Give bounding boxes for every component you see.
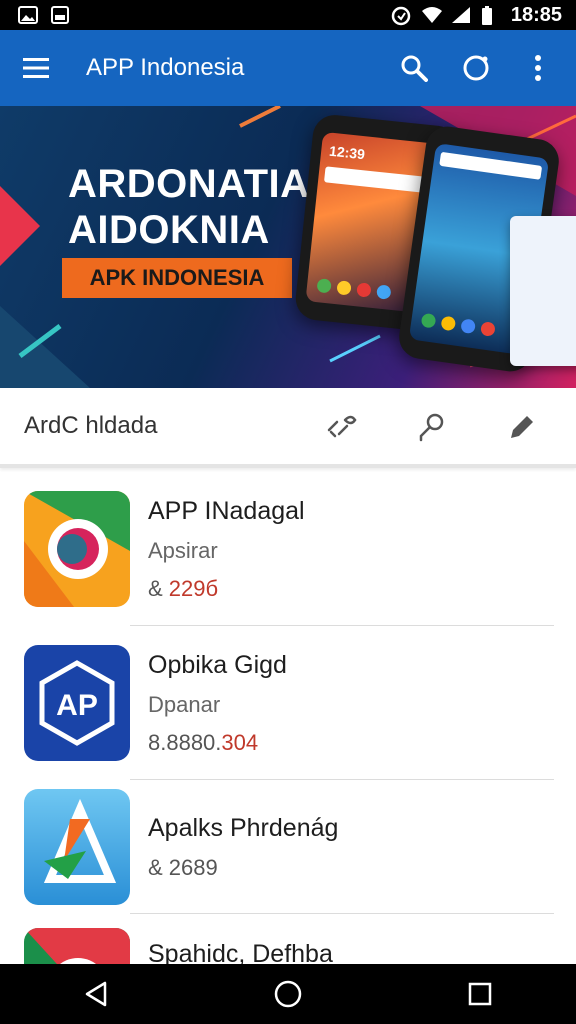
app-list: APP INadagal Apsirar & 229б AP Opbika Gi… [0, 472, 576, 964]
status-time: 18:85 [510, 3, 562, 26]
list-item[interactable]: AP Opbika Gigd Dpanar 8.8880.304 [0, 626, 576, 780]
navigation-bar [0, 964, 576, 1024]
banner-headline-1: ARDONATIA [68, 162, 310, 206]
app-bar: APP Indonesia [0, 30, 576, 106]
recents-icon[interactable] [450, 964, 510, 1024]
app-price: & 229б [148, 575, 219, 601]
menu-button[interactable] [0, 30, 72, 106]
data-saver-icon [391, 6, 411, 26]
app-name: Opbika Gigd [148, 650, 287, 679]
phone-clock: 12:39 [328, 142, 366, 163]
app-name: APP INadagal [148, 496, 305, 525]
back-icon[interactable] [66, 964, 126, 1024]
app-icon [24, 789, 130, 905]
app-icon [24, 491, 130, 607]
list-item[interactable]: Apalks Phrdenág & 2689 [0, 780, 576, 914]
signal-icon [451, 6, 471, 24]
app-price: & 2689 [148, 854, 218, 880]
search-icon[interactable] [392, 46, 436, 90]
svg-text:AP: AP [56, 689, 98, 722]
card-graphic [510, 216, 576, 366]
app-developer: Apsirar [148, 537, 218, 563]
home-icon[interactable] [258, 964, 318, 1024]
app-icon [24, 928, 130, 964]
app-name: Apalks Phrdenág [148, 813, 339, 842]
section-toolbar: ArdC hldada [0, 388, 576, 468]
banner-tag: APK INDONESIA [62, 258, 292, 298]
pen-icon[interactable] [498, 403, 544, 449]
wrench-link-icon[interactable] [318, 403, 364, 449]
battery-icon [481, 6, 501, 25]
gallery-icon [18, 6, 38, 24]
status-bar: 18:85 [0, 0, 576, 30]
more-vert-icon[interactable] [516, 46, 560, 90]
app-icon: AP [24, 645, 130, 761]
app-title: APP Indonesia [86, 54, 245, 81]
key-icon[interactable] [408, 403, 454, 449]
section-label: ArdC hldada [24, 412, 158, 439]
app-developer: Dpanar [148, 691, 221, 717]
promo-banner[interactable]: ARDONATIA AIDOKNIA APK INDONESIA 12:39 [0, 106, 576, 388]
list-item[interactable]: Spahidc, Defhba [0, 914, 576, 964]
app-price: 8.8880.304 [148, 729, 259, 755]
hamburger-icon [23, 58, 49, 78]
list-item[interactable]: APP INadagal Apsirar & 229б [0, 472, 576, 626]
app-name: Spahidc, Defhba [148, 940, 333, 964]
circle-icon[interactable] [454, 46, 498, 90]
wifi-icon [421, 6, 442, 24]
banner-headline-2: AIDOKNIA [68, 208, 270, 252]
image-icon [50, 6, 70, 24]
